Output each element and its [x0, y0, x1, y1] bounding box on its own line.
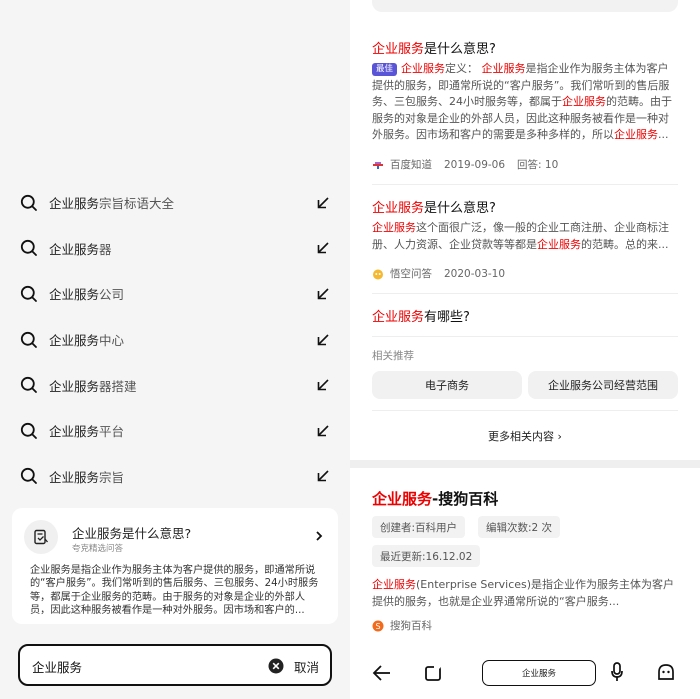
- search-icon: [20, 422, 37, 439]
- answer-doc-icon: [34, 529, 48, 545]
- microphone-icon[interactable]: [610, 662, 624, 682]
- clear-icon[interactable]: [268, 658, 284, 674]
- search-results-panel: 企业服务是什么意思? 最佳 企业服务定义： 企业服务是指企业作为服务主体为客户提供…: [350, 0, 700, 699]
- fill-query-arrow-icon[interactable]: [316, 378, 330, 392]
- best-answer-badge: 最佳: [372, 63, 398, 76]
- suggestion-item[interactable]: 企业服务平台: [0, 408, 350, 454]
- more-related-button[interactable]: 更多相关内容 ›: [350, 428, 700, 444]
- baidu-zhidao-icon: [373, 161, 383, 169]
- suggestion-item[interactable]: 企业服务宗旨: [0, 454, 350, 500]
- suggestion-text: 企业服务宗旨标语大全: [49, 196, 175, 212]
- result-title[interactable]: 企业服务是什么意思?: [372, 197, 496, 216]
- suggestion-text: 企业服务平台: [49, 424, 125, 440]
- search-icon: [20, 285, 37, 302]
- divider: [372, 336, 678, 337]
- suggestion-text: 企业服务器: [49, 241, 112, 257]
- suggestion-item[interactable]: 企业服务中心: [0, 317, 350, 363]
- result-meta: 悟空问答 2020-03-10: [372, 266, 505, 281]
- related-chip[interactable]: 企业服务公司经营范围: [528, 371, 678, 399]
- divider: [372, 293, 678, 294]
- bottom-navigation: 企业服务: [350, 644, 700, 699]
- search-icon: [20, 331, 37, 348]
- search-icon: [20, 240, 37, 257]
- result-meta: 百度知道 2019-09-06 回答: 10: [372, 157, 558, 172]
- suggestion-item[interactable]: 企业服务器: [0, 226, 350, 272]
- suggestion-list: 企业服务宗旨标语大全 企业服务器 企业服务公司 企业服务中心 企业服务器搭建 企…: [0, 180, 350, 499]
- suggestion-text: 企业服务中心: [49, 333, 125, 349]
- qa-results-card: 企业服务是什么意思? 最佳 企业服务定义： 企业服务是指企业作为服务主体为客户提供…: [350, 0, 700, 460]
- qa-card-body: 企业服务是指企业作为服务主体为客户提供的服务，即通常所说的“客户服务”。我们常听…: [30, 565, 319, 617]
- featured-qa-card[interactable]: 企业服务是什么意思? 夸克精选问答 企业服务是指企业作为服务主体为客户提供的服务…: [12, 508, 338, 624]
- fill-query-arrow-icon[interactable]: [316, 424, 330, 438]
- qa-card-subtitle: 夸克精选问答: [72, 544, 124, 554]
- result-snippet: 最佳 企业服务定义： 企业服务是指企业作为服务主体为客户提供的服务，即通常所说的“…: [372, 62, 672, 142]
- fill-query-arrow-icon[interactable]: [316, 196, 330, 210]
- baike-source: S 搜狗百科: [372, 618, 432, 633]
- suggestion-text: 企业服务宗旨: [49, 469, 125, 485]
- bottom-search-button[interactable]: 企业服务: [482, 660, 596, 686]
- divider: [372, 184, 678, 185]
- result-title[interactable]: 企业服务有哪些?: [372, 306, 470, 325]
- suggestion-text: 企业服务器搭建: [49, 378, 137, 394]
- tabs-icon[interactable]: [424, 664, 442, 682]
- baike-result-card[interactable]: 企业服务-搜狗百科 创建者:百科用户 编辑次数:2 次 最近更新:16.12.0…: [350, 468, 700, 644]
- baike-snippet: 企业服务(Enterprise Services)是指企业作为服务主体为客户提供…: [372, 578, 675, 608]
- result-snippet: 企业服务这个面很广泛，像一般的企业工商注册、企业商标注册、人力资源、企业贷款等等…: [372, 221, 669, 251]
- sogou-icon: S: [372, 620, 384, 631]
- suggestion-item[interactable]: 企业服务器搭建: [0, 362, 350, 408]
- result-title[interactable]: 企业服务是什么意思?: [372, 38, 496, 57]
- search-bar[interactable]: 企业服务 取消: [18, 644, 332, 686]
- search-icon: [20, 377, 37, 394]
- related-label: 相关推荐: [372, 350, 414, 362]
- fill-query-arrow-icon[interactable]: [316, 241, 330, 255]
- qa-icon: [24, 520, 58, 554]
- qa-card-header: 企业服务是什么意思? 夸克精选问答: [24, 520, 326, 554]
- back-arrow-icon[interactable]: [372, 664, 392, 682]
- chevron-right-icon: ›: [557, 430, 562, 443]
- cancel-button[interactable]: 取消: [294, 657, 319, 676]
- suggestion-item[interactable]: 企业服务公司: [0, 271, 350, 317]
- edits-tag: 编辑次数:2 次: [478, 516, 561, 538]
- baike-title[interactable]: 企业服务-搜狗百科: [372, 488, 498, 509]
- assistant-bot-icon[interactable]: [656, 662, 676, 682]
- creator-tag: 创建者:百科用户: [372, 516, 466, 538]
- search-input[interactable]: 企业服务: [32, 657, 82, 676]
- fill-query-arrow-icon[interactable]: [316, 333, 330, 347]
- fill-query-arrow-icon[interactable]: [316, 469, 330, 483]
- chevron-right-icon[interactable]: [314, 530, 324, 542]
- related-chip[interactable]: 电子商务: [372, 371, 522, 399]
- search-icon: [20, 194, 37, 211]
- divider: [372, 410, 678, 411]
- suggestion-text: 企业服务公司: [49, 287, 125, 303]
- search-suggestion-panel: 企业服务宗旨标语大全 企业服务器 企业服务公司 企业服务中心 企业服务器搭建 企…: [0, 0, 350, 699]
- svg-text:S: S: [375, 621, 380, 630]
- updated-tag: 最近更新:16.12.02: [372, 545, 481, 567]
- qa-card-title: 企业服务是什么意思?: [72, 526, 192, 541]
- wukong-icon: [373, 269, 383, 279]
- fill-query-arrow-icon[interactable]: [316, 287, 330, 301]
- app-root: 企业服务宗旨标语大全 企业服务器 企业服务公司 企业服务中心 企业服务器搭建 企…: [0, 0, 700, 699]
- suggestion-item[interactable]: 企业服务宗旨标语大全: [0, 180, 350, 226]
- search-icon: [20, 468, 37, 485]
- previous-item-strip: [372, 0, 678, 12]
